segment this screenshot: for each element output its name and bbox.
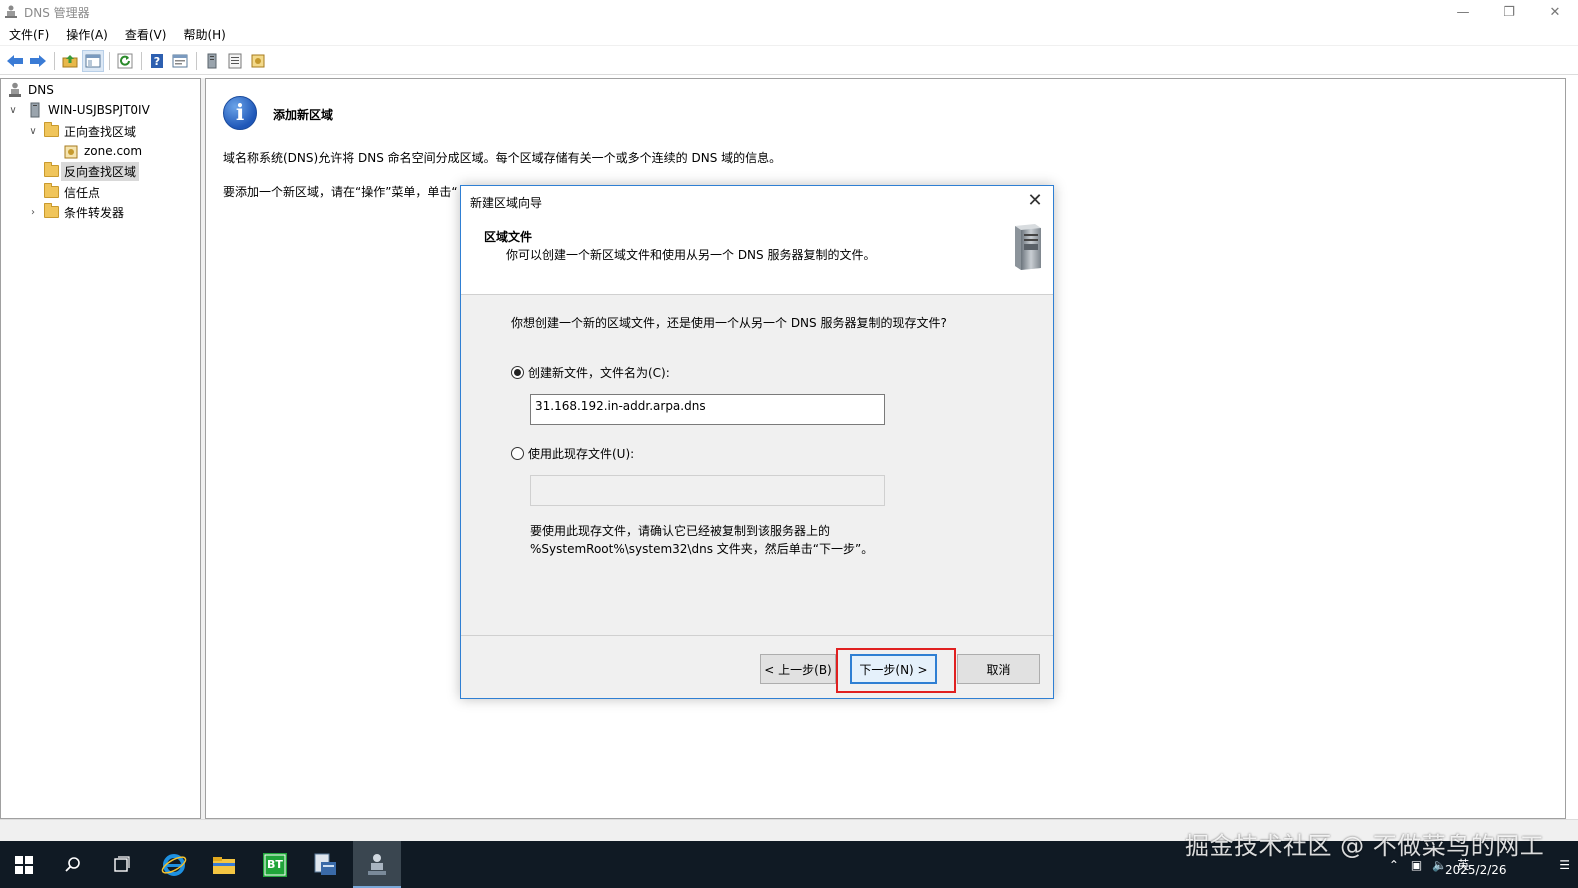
new-file-name-input[interactable]: 31.168.192.in-addr.arpa.dns (530, 394, 885, 425)
watermark-text: 掘金技术社区 @ 不做菜鸟的网工 (1185, 832, 1545, 860)
dns-app-icon (5, 5, 17, 18)
footer-divider (461, 635, 1053, 636)
minimize-icon[interactable]: — (1440, 0, 1486, 24)
annotation-highlight-box (836, 648, 956, 693)
cancel-button[interactable]: 取消 (957, 654, 1040, 684)
chevron-down-icon[interactable]: ∨ (27, 126, 39, 137)
folder-icon (43, 122, 59, 139)
folder-icon (43, 203, 59, 220)
menu-view[interactable]: 查看(V) (116, 24, 175, 46)
radio-use-existing[interactable]: 使用此现存文件(U): (511, 445, 634, 462)
section-description: 你可以创建一个新区域文件和使用从另一个 DNS 服务器复制的文件。 (506, 248, 876, 262)
wizard-question: 你想创建一个新的区域文件，还是使用一个从另一个 DNS 服务器复制的现存文件? (511, 316, 947, 330)
server-manager-icon[interactable] (301, 841, 349, 888)
forward-arrow-icon[interactable] (27, 50, 49, 72)
existing-file-note-line2: %SystemRoot%\system32\dns 文件夹，然后单击“下一步”。 (530, 542, 874, 556)
page-title: 添加新区域 (273, 108, 334, 122)
chevron-down-icon[interactable]: ∨ (7, 105, 19, 116)
start-windows-icon[interactable] (0, 841, 48, 888)
help-icon[interactable]: ? (146, 50, 168, 72)
info-icon: i (223, 96, 257, 130)
server-icon[interactable] (201, 50, 223, 72)
toolbar-separator (54, 51, 55, 70)
radio-label: 创建新文件，文件名为(C): (528, 366, 670, 380)
tree-label: 信任点 (64, 185, 101, 200)
folder-icon (43, 162, 59, 179)
wizard-header: 新建区域向导 ✕ 区域文件 你可以创建一个新区域文件和使用从另一个 DNS 服务… (461, 186, 1053, 295)
tree-label: WIN-USJBSPJT0IV (48, 103, 150, 117)
tree-item-dns[interactable]: DNS (7, 80, 54, 100)
svg-text:?: ? (154, 55, 160, 68)
close-icon[interactable]: ✕ (1025, 191, 1045, 211)
description-text: 域名称系统(DNS)允许将 DNS 命名空间分成区域。每个区域存储有关一个或多个… (223, 151, 782, 165)
up-folder-icon[interactable] (59, 50, 81, 72)
restore-icon[interactable]: ❐ (1486, 0, 1532, 24)
console-tree: DNS ∨ WIN-USJBSPJT0IV ∨ 正向查找区域 zone.com … (0, 78, 201, 819)
toolbar-separator (141, 51, 142, 70)
back-button[interactable]: < 上一步(B) (760, 654, 836, 684)
chevron-right-icon[interactable]: › (27, 207, 39, 218)
toolbar-separator (196, 51, 197, 70)
toolbar: ? (0, 47, 1578, 75)
folder-icon (43, 183, 59, 200)
back-arrow-icon[interactable] (4, 50, 26, 72)
section-title: 区域文件 (484, 230, 533, 244)
tree-item-conditional-forwarders[interactable]: › 条件转发器 (27, 202, 124, 222)
dns-manager-taskbar-icon[interactable] (353, 841, 401, 888)
file-explorer-icon[interactable] (200, 841, 248, 888)
search-icon[interactable] (49, 841, 97, 888)
properties-icon[interactable] (169, 50, 191, 72)
dialog-title: 新建区域向导 (470, 196, 543, 210)
tree-label: zone.com (84, 144, 143, 158)
tree-label: 反向查找区域 (61, 161, 140, 181)
zone-file-icon[interactable] (247, 50, 269, 72)
notification-icon[interactable]: ☰ (1559, 858, 1570, 872)
existing-file-input[interactable] (530, 475, 885, 506)
menu-help[interactable]: 帮助(H) (174, 24, 233, 46)
radio-label: 使用此现存文件(U): (528, 447, 635, 461)
task-view-icon[interactable] (98, 841, 146, 888)
refresh-icon[interactable] (114, 50, 136, 72)
tree-item-server[interactable]: ∨ WIN-USJBSPJT0IV (7, 100, 150, 120)
bt-label: BT (267, 858, 283, 871)
tree-item-trust-points[interactable]: 信任点 (43, 182, 100, 202)
toolbar-separator (109, 51, 110, 70)
close-window-icon[interactable]: ✕ (1532, 0, 1578, 24)
menu-file[interactable]: 文件(F) (0, 24, 57, 46)
hint-text: 要添加一个新区域，请在“操作”菜单，单击“ (223, 185, 458, 199)
existing-file-note-line1: 要使用此现存文件，请确认它已经被复制到该服务器上的 (530, 524, 831, 538)
window-title: DNS 管理器 (24, 5, 90, 20)
dns-icon (7, 82, 23, 98)
title-bar: DNS 管理器 — ❐ ✕ (0, 0, 1578, 24)
server-icon (27, 102, 43, 118)
radio-button-checked[interactable] (511, 366, 524, 379)
menu-bar: 文件(F) 操作(A) 查看(V) 帮助(H) (0, 24, 1578, 46)
tree-label: 正向查找区域 (64, 124, 137, 139)
tree-label: DNS (28, 83, 54, 97)
tree-item-zone[interactable]: zone.com (63, 141, 142, 161)
tree-item-reverse-zones[interactable]: 反向查找区域 (43, 161, 140, 181)
list-view-icon[interactable] (224, 50, 246, 72)
window-controls: — ❐ ✕ (1440, 0, 1578, 24)
taskbar-date[interactable]: 2025/2/26 (1445, 863, 1507, 877)
menu-action[interactable]: 操作(A) (57, 24, 116, 46)
radio-create-new[interactable]: 创建新文件，文件名为(C): (511, 364, 670, 381)
server-tower-icon (1015, 224, 1041, 270)
new-zone-wizard-dialog: 新建区域向导 ✕ 区域文件 你可以创建一个新区域文件和使用从另一个 DNS 服务… (460, 185, 1054, 699)
show-tree-icon[interactable] (82, 49, 104, 72)
radio-button[interactable] (511, 447, 524, 460)
zone-file-icon (63, 143, 79, 159)
tree-label: 条件转发器 (64, 205, 125, 220)
bt-panel-icon[interactable]: BT (251, 841, 299, 888)
tree-item-forward-zones[interactable]: ∨ 正向查找区域 (27, 121, 136, 141)
internet-explorer-icon[interactable] (150, 841, 198, 888)
